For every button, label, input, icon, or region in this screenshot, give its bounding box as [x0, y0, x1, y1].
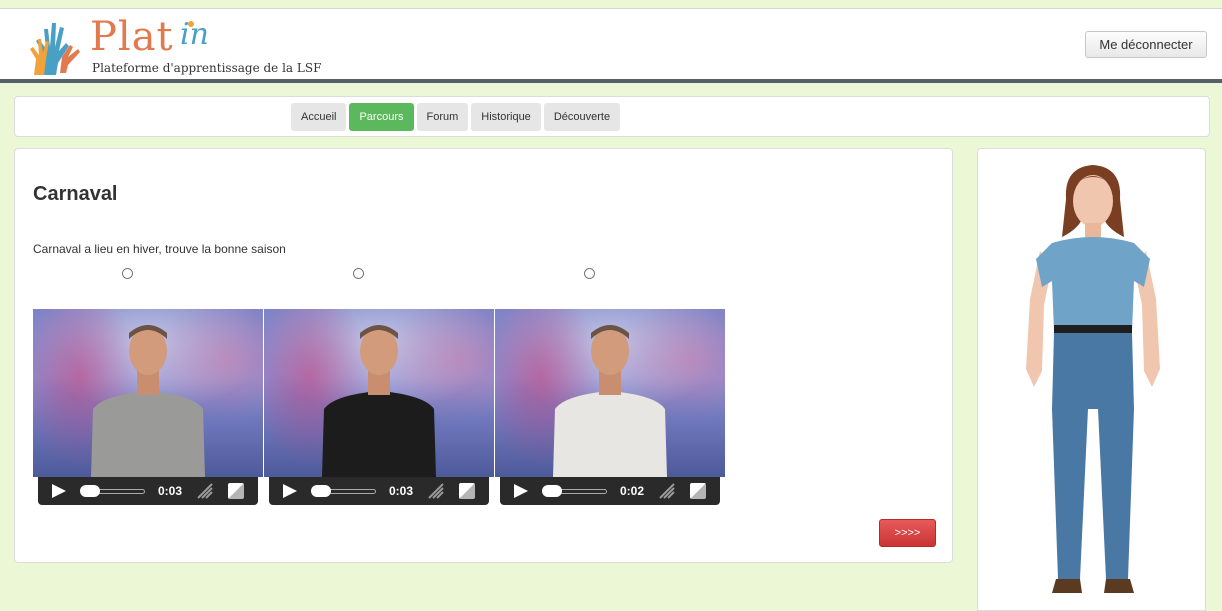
page-title: Carnaval — [33, 183, 118, 205]
logo-wordmark-in: in — [180, 17, 209, 52]
video-player[interactable]: 0:03 — [264, 309, 494, 505]
signer-image — [553, 325, 667, 477]
video-time: 0:03 — [389, 484, 414, 498]
avatar-panel — [977, 148, 1206, 611]
play-icon[interactable] — [283, 484, 297, 498]
hands-logo-icon — [30, 23, 80, 75]
platin-logo[interactable]: Plat in Plateforme d'apprentissage de la… — [30, 13, 370, 77]
logo-wordmark: Plat — [90, 14, 174, 60]
progress-knob[interactable] — [311, 485, 331, 497]
answer-radio-2[interactable] — [353, 268, 364, 279]
progress-knob[interactable] — [80, 485, 100, 497]
progress-knob[interactable] — [542, 485, 562, 497]
logo-subtitle: Plateforme d'apprentissage de la LSF — [92, 61, 322, 75]
mute-icon[interactable] — [196, 482, 214, 500]
video-player[interactable]: 0:02 — [495, 309, 725, 505]
answer-radio-1[interactable] — [122, 268, 133, 279]
play-icon[interactable] — [514, 484, 528, 498]
tab-parcours[interactable]: Parcours — [349, 103, 414, 131]
tab-accueil[interactable]: Accueil — [291, 103, 347, 131]
fullscreen-icon[interactable] — [690, 483, 706, 499]
video-player[interactable]: 0:03 — [33, 309, 263, 505]
video-frame[interactable] — [264, 309, 494, 477]
signer-image — [322, 325, 436, 477]
tab-decouverte[interactable]: Découverte — [543, 103, 621, 131]
header: Plat in Plateforme d'apprentissage de la… — [0, 8, 1222, 80]
answer-radio-3[interactable] — [584, 268, 595, 279]
play-icon[interactable] — [52, 484, 66, 498]
video-controls: 0:02 — [500, 477, 720, 505]
signer-image — [91, 325, 205, 477]
question-text: Carnaval a lieu en hiver, trouve la bonn… — [33, 242, 286, 256]
logout-button[interactable]: Me déconnecter — [1085, 31, 1207, 58]
video-time: 0:03 — [158, 484, 183, 498]
video-frame[interactable] — [495, 309, 725, 477]
main-nav: Accueil Parcours Forum Historique Découv… — [291, 103, 621, 131]
next-button[interactable]: >>>> — [879, 519, 936, 547]
tab-historique[interactable]: Historique — [471, 103, 541, 131]
video-controls: 0:03 — [38, 477, 258, 505]
video-frame[interactable] — [33, 309, 263, 477]
tab-forum[interactable]: Forum — [416, 103, 469, 131]
exercise-panel: Carnaval Carnaval a lieu en hiver, trouv… — [14, 148, 953, 563]
fullscreen-icon[interactable] — [459, 483, 475, 499]
mute-icon[interactable] — [427, 482, 445, 500]
video-controls: 0:03 — [269, 477, 489, 505]
video-time: 0:02 — [620, 484, 645, 498]
signing-avatar-image — [1026, 165, 1160, 593]
header-divider — [0, 79, 1222, 83]
mute-icon[interactable] — [658, 482, 676, 500]
fullscreen-icon[interactable] — [228, 483, 244, 499]
nav-panel: Accueil Parcours Forum Historique Découv… — [14, 96, 1210, 137]
